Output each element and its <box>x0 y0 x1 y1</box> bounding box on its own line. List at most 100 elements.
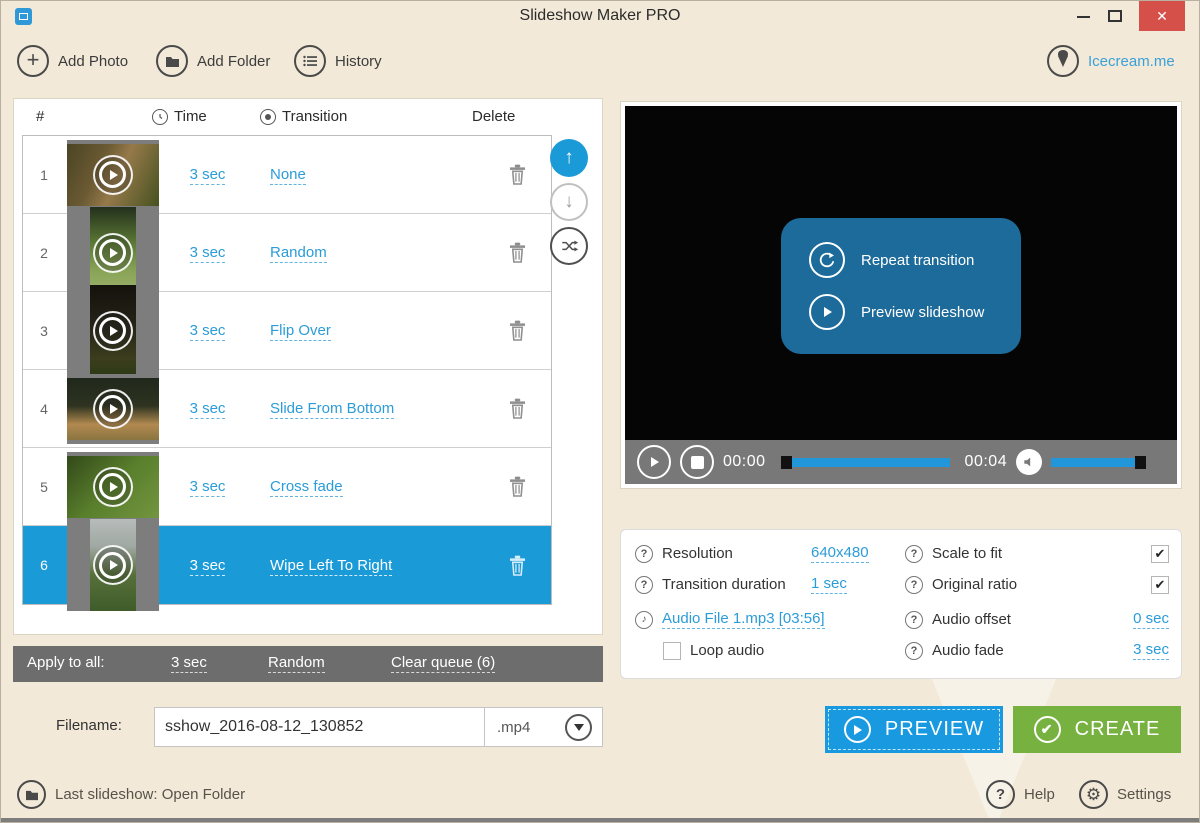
maximize-button[interactable] <box>1108 10 1122 22</box>
transition-duration-label: Transition duration <box>662 576 786 593</box>
apply-transition-link[interactable]: Random <box>268 654 325 673</box>
table-row[interactable]: 1 3 sec None <box>23 136 551 214</box>
original-ratio-label: Original ratio <box>932 576 1017 593</box>
preview-slideshow-button[interactable]: Preview slideshow <box>809 294 1021 330</box>
help-circle-icon: ? <box>635 576 653 594</box>
repeat-transition-button[interactable]: Repeat transition <box>809 242 1021 278</box>
transition-link[interactable]: Cross fade <box>270 478 343 497</box>
time-link[interactable]: 3 sec <box>190 322 226 341</box>
chevron-down-icon <box>574 724 584 731</box>
scale-to-fit-checkbox[interactable] <box>1151 545 1169 563</box>
time-link[interactable]: 3 sec <box>190 166 226 185</box>
video-thumbnail[interactable] <box>67 285 159 377</box>
delete-icon[interactable] <box>508 476 527 497</box>
total-time: 00:04 <box>965 453 1008 471</box>
question-icon: ? <box>986 780 1015 809</box>
queue-header: # Time Transition Delete <box>14 99 602 135</box>
table-row-selected[interactable]: 6 3 sec Wipe Left To Right <box>23 526 551 604</box>
table-row[interactable]: 3 3 sec Flip Over <box>23 292 551 370</box>
volume-slider[interactable] <box>1051 456 1146 469</box>
time-link[interactable]: 3 sec <box>190 478 226 497</box>
play-overlay-icon <box>67 285 159 377</box>
video-thumbnail[interactable] <box>67 519 159 611</box>
history-button[interactable]: History <box>294 45 382 77</box>
loop-audio-row: Loop audio <box>635 635 887 666</box>
scale-to-fit-label: Scale to fit <box>932 545 1002 562</box>
stop-button[interactable] <box>680 445 714 479</box>
table-row[interactable]: 2 3 sec Random <box>23 214 551 292</box>
time-link[interactable]: 3 sec <box>190 400 226 419</box>
play-icon <box>844 716 871 743</box>
transition-link[interactable]: Slide From Bottom <box>270 400 394 419</box>
icecream-link[interactable]: Icecream.me <box>1047 45 1175 77</box>
filename-input[interactable] <box>155 708 485 746</box>
play-button[interactable] <box>637 445 671 479</box>
close-button[interactable]: ✕ <box>1139 1 1185 31</box>
apply-to-all-bar: Apply to all: 3 sec Random Clear queue (… <box>13 646 603 682</box>
volume-handle[interactable] <box>1135 456 1146 469</box>
minimize-button[interactable] <box>1077 16 1090 18</box>
original-ratio-checkbox[interactable] <box>1151 576 1169 594</box>
repeat-icon <box>809 242 845 278</box>
scale-to-fit-row: ? Scale to fit <box>905 538 1169 569</box>
open-last-slideshow-folder[interactable]: Last slideshow: Open Folder <box>17 780 245 809</box>
video-thumbnail[interactable] <box>67 140 159 210</box>
shuffle-icon <box>559 236 579 256</box>
add-folder-button[interactable]: Add Folder <box>156 45 270 77</box>
help-circle-icon: ? <box>905 545 923 563</box>
extension-dropdown-button[interactable] <box>565 714 592 741</box>
time-link[interactable]: 3 sec <box>190 244 226 263</box>
create-button[interactable]: ✔ CREATE <box>1013 706 1181 753</box>
help-button[interactable]: ? Help <box>986 780 1055 809</box>
resolution-label: Resolution <box>662 545 733 562</box>
row-number: 3 <box>23 323 65 339</box>
apply-time-link[interactable]: 3 sec <box>171 654 207 673</box>
list-icon <box>294 45 326 77</box>
settings-panel: ? Resolution 640x480 ? Transition durati… <box>620 529 1182 679</box>
delete-icon[interactable] <box>508 555 527 576</box>
settings-button[interactable]: ⚙ Settings <box>1079 780 1171 809</box>
transition-duration-value-link[interactable]: 1 sec <box>811 575 847 594</box>
video-thumbnail[interactable] <box>67 374 159 444</box>
delete-icon[interactable] <box>508 242 527 263</box>
video-thumbnail[interactable] <box>67 452 159 522</box>
folder-icon <box>156 45 188 77</box>
delete-icon[interactable] <box>508 320 527 341</box>
apply-to-all-label: Apply to all: <box>27 654 105 671</box>
transition-duration-row: ? Transition duration 1 sec <box>635 569 887 600</box>
column-time[interactable]: Time <box>152 108 207 125</box>
row-number: 6 <box>23 557 65 573</box>
playback-overlay-menu: Repeat transition Preview slideshow <box>781 218 1021 354</box>
resolution-value-link[interactable]: 640x480 <box>811 544 869 563</box>
move-down-button[interactable]: ↓ <box>550 183 588 221</box>
move-up-button[interactable]: ↑ <box>550 139 588 177</box>
clear-queue-link[interactable]: Clear queue (6) <box>391 654 495 673</box>
delete-icon[interactable] <box>508 164 527 185</box>
audio-fade-value-link[interactable]: 3 sec <box>1133 641 1169 660</box>
audio-file-link[interactable]: Audio File 1.mp3 [03:56] <box>662 610 825 629</box>
delete-icon[interactable] <box>508 398 527 419</box>
add-photo-button[interactable]: + Add Photo <box>17 45 128 77</box>
audio-offset-value-link[interactable]: 0 sec <box>1133 610 1169 629</box>
music-note-icon: ♪ <box>635 611 653 629</box>
play-overlay-icon <box>67 452 159 522</box>
time-link[interactable]: 3 sec <box>190 557 226 576</box>
plus-icon: + <box>17 45 49 77</box>
preview-button[interactable]: PREVIEW <box>825 706 1003 753</box>
help-circle-icon: ? <box>905 642 923 660</box>
table-row[interactable]: 4 3 sec Slide From Bottom <box>23 370 551 448</box>
volume-button[interactable] <box>1016 449 1042 475</box>
transition-link[interactable]: Random <box>270 244 327 263</box>
table-row[interactable]: 5 3 sec Cross fade <box>23 448 551 526</box>
transition-link[interactable]: Flip Over <box>270 322 331 341</box>
transition-link[interactable]: None <box>270 166 306 185</box>
help-circle-icon: ? <box>635 545 653 563</box>
shuffle-button[interactable] <box>550 227 588 265</box>
transition-link[interactable]: Wipe Left To Right <box>270 557 392 576</box>
column-transition[interactable]: Transition <box>260 108 347 125</box>
seek-handle[interactable] <box>781 456 792 469</box>
audio-offset-row: ? Audio offset 0 sec <box>905 604 1169 635</box>
play-overlay-icon <box>67 374 159 444</box>
loop-audio-checkbox[interactable] <box>663 642 681 660</box>
seek-bar[interactable] <box>781 456 950 469</box>
